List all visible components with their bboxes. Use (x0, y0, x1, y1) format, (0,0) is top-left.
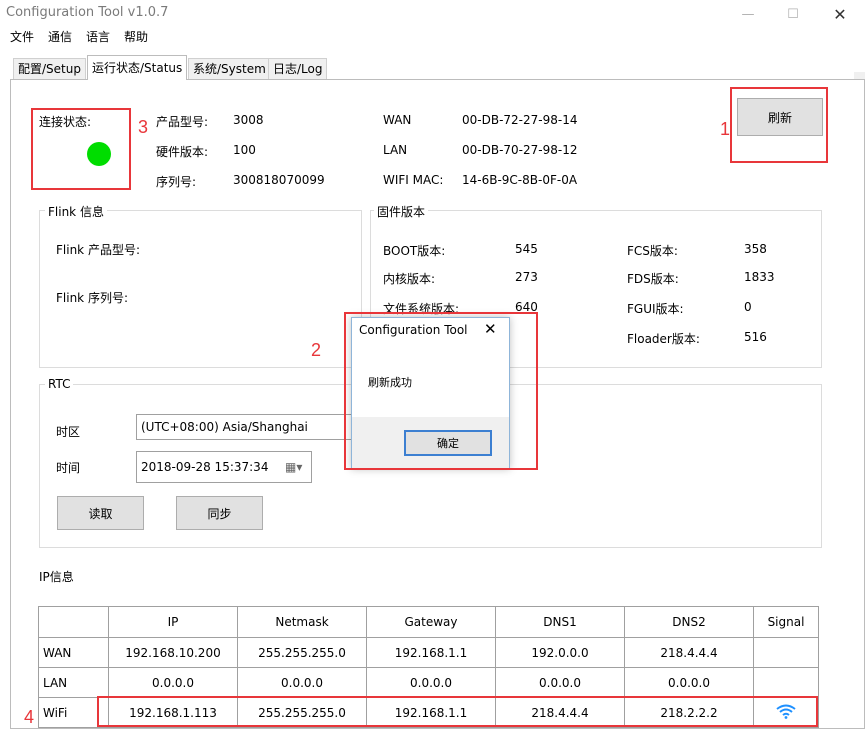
product-model-value: 3008 (233, 113, 264, 127)
time-picker[interactable]: 2018-09-28 15:37:34 ▦▾ (136, 451, 312, 483)
annotation-number-3: 3 (138, 117, 149, 137)
dns2-cell: 218.4.4.4 (624, 637, 754, 668)
maximize-icon: ☐ (787, 6, 799, 22)
table-row: LAN 0.0.0.0 0.0.0.0 0.0.0.0 0.0.0.0 0.0.… (38, 667, 819, 698)
wan-mac-label: WAN (383, 113, 412, 127)
annotation-box-3 (31, 108, 131, 190)
table-row: WAN 192.168.10.200 255.255.255.0 192.168… (38, 637, 819, 668)
annotation-number-2: 2 (311, 340, 322, 360)
menu-language[interactable]: 语言 (86, 28, 110, 45)
read-button[interactable]: 读取 (57, 496, 144, 530)
header-dns1: DNS1 (495, 606, 625, 638)
annotation-box-2 (344, 312, 538, 470)
product-model-label: 产品型号: (156, 115, 209, 129)
minimize-button[interactable]: — (730, 0, 766, 28)
netmask-cell: 0.0.0.0 (237, 667, 367, 698)
annotation-box-1 (730, 87, 828, 163)
flink-model-label: Flink 产品型号: (56, 243, 140, 257)
maximize-button[interactable]: ☐ (775, 0, 811, 28)
menu-help[interactable]: 帮助 (124, 28, 148, 45)
fgui-version-label: FGUI版本: (627, 302, 684, 316)
annotation-number-4: 4 (24, 707, 35, 727)
fcs-version-label: FCS版本: (627, 244, 678, 258)
kernel-version-label: 内核版本: (383, 272, 436, 286)
header-dns2: DNS2 (624, 606, 754, 638)
dns1-cell: 192.0.0.0 (495, 637, 625, 668)
boot-version-label: BOOT版本: (383, 244, 446, 258)
minimize-icon: — (741, 6, 755, 22)
header-gateway: Gateway (366, 606, 496, 638)
tab-setup[interactable]: 配置/Setup (13, 58, 86, 79)
dns2-cell: 0.0.0.0 (624, 667, 754, 698)
fds-version-value: 1833 (744, 270, 775, 284)
gateway-cell: 0.0.0.0 (366, 667, 496, 698)
wan-mac-value: 00-DB-72-27-98-14 (462, 113, 578, 127)
ip-table-header-row: IP Netmask Gateway DNS1 DNS2 Signal (38, 606, 819, 638)
floader-version-value: 516 (744, 330, 767, 344)
window-title: Configuration Tool v1.0.7 (6, 5, 169, 20)
firmware-group-title: 固件版本 (374, 203, 429, 220)
annotation-box-4 (97, 696, 818, 727)
row-label: WAN (38, 637, 109, 668)
hardware-version-value: 100 (233, 143, 256, 157)
lan-mac-label: LAN (383, 143, 408, 157)
menu-communication[interactable]: 通信 (48, 28, 72, 45)
boot-version-value: 545 (515, 242, 538, 256)
fcs-version-value: 358 (744, 242, 767, 256)
calendar-dropdown-icon[interactable]: ▦▾ (285, 452, 302, 482)
dns1-cell: 0.0.0.0 (495, 667, 625, 698)
rtc-group-title: RTC (45, 377, 74, 391)
row-label: LAN (38, 667, 109, 698)
flink-serial-label: Flink 序列号: (56, 291, 128, 305)
header-signal: Signal (753, 606, 819, 638)
time-label: 时间 (56, 461, 81, 475)
wifi-mac-value: 14-6B-9C-8B-0F-0A (462, 173, 578, 187)
time-value: 2018-09-28 15:37:34 (141, 460, 269, 474)
gateway-cell: 192.168.1.1 (366, 637, 496, 668)
ip-info-title: IP信息 (39, 570, 74, 584)
serial-number-label: 序列号: (156, 175, 197, 189)
lan-mac-value: 00-DB-70-27-98-12 (462, 143, 578, 157)
menu-file[interactable]: 文件 (10, 28, 34, 45)
timezone-select[interactable]: (UTC+08:00) Asia/Shanghai (136, 414, 358, 440)
signal-cell (753, 637, 819, 668)
tab-system[interactable]: 系统/System (188, 58, 271, 79)
tab-log[interactable]: 日志/Log (268, 58, 328, 79)
hardware-version-label: 硬件版本: (156, 145, 209, 159)
close-window-button[interactable]: ✕ (822, 0, 858, 28)
fds-version-label: FDS版本: (627, 272, 679, 286)
signal-cell (753, 667, 819, 698)
floader-version-label: Floader版本: (627, 332, 700, 346)
flink-group-title: Flink 信息 (45, 203, 107, 220)
kernel-version-value: 273 (515, 270, 538, 284)
close-icon: ✕ (833, 4, 847, 24)
header-blank (38, 606, 109, 638)
fgui-version-value: 0 (744, 300, 752, 314)
ip-cell: 0.0.0.0 (108, 667, 238, 698)
annotation-number-1: 1 (720, 119, 731, 139)
timezone-label: 时区 (56, 425, 81, 439)
serial-number-value: 300818070099 (233, 173, 325, 187)
netmask-cell: 255.255.255.0 (237, 637, 367, 668)
header-netmask: Netmask (237, 606, 367, 638)
header-ip: IP (108, 606, 238, 638)
wifi-mac-label: WIFI MAC: (383, 173, 444, 187)
sync-button[interactable]: 同步 (176, 496, 263, 530)
tab-status[interactable]: 运行状态/Status (87, 55, 188, 80)
ip-cell: 192.168.10.200 (108, 637, 238, 668)
